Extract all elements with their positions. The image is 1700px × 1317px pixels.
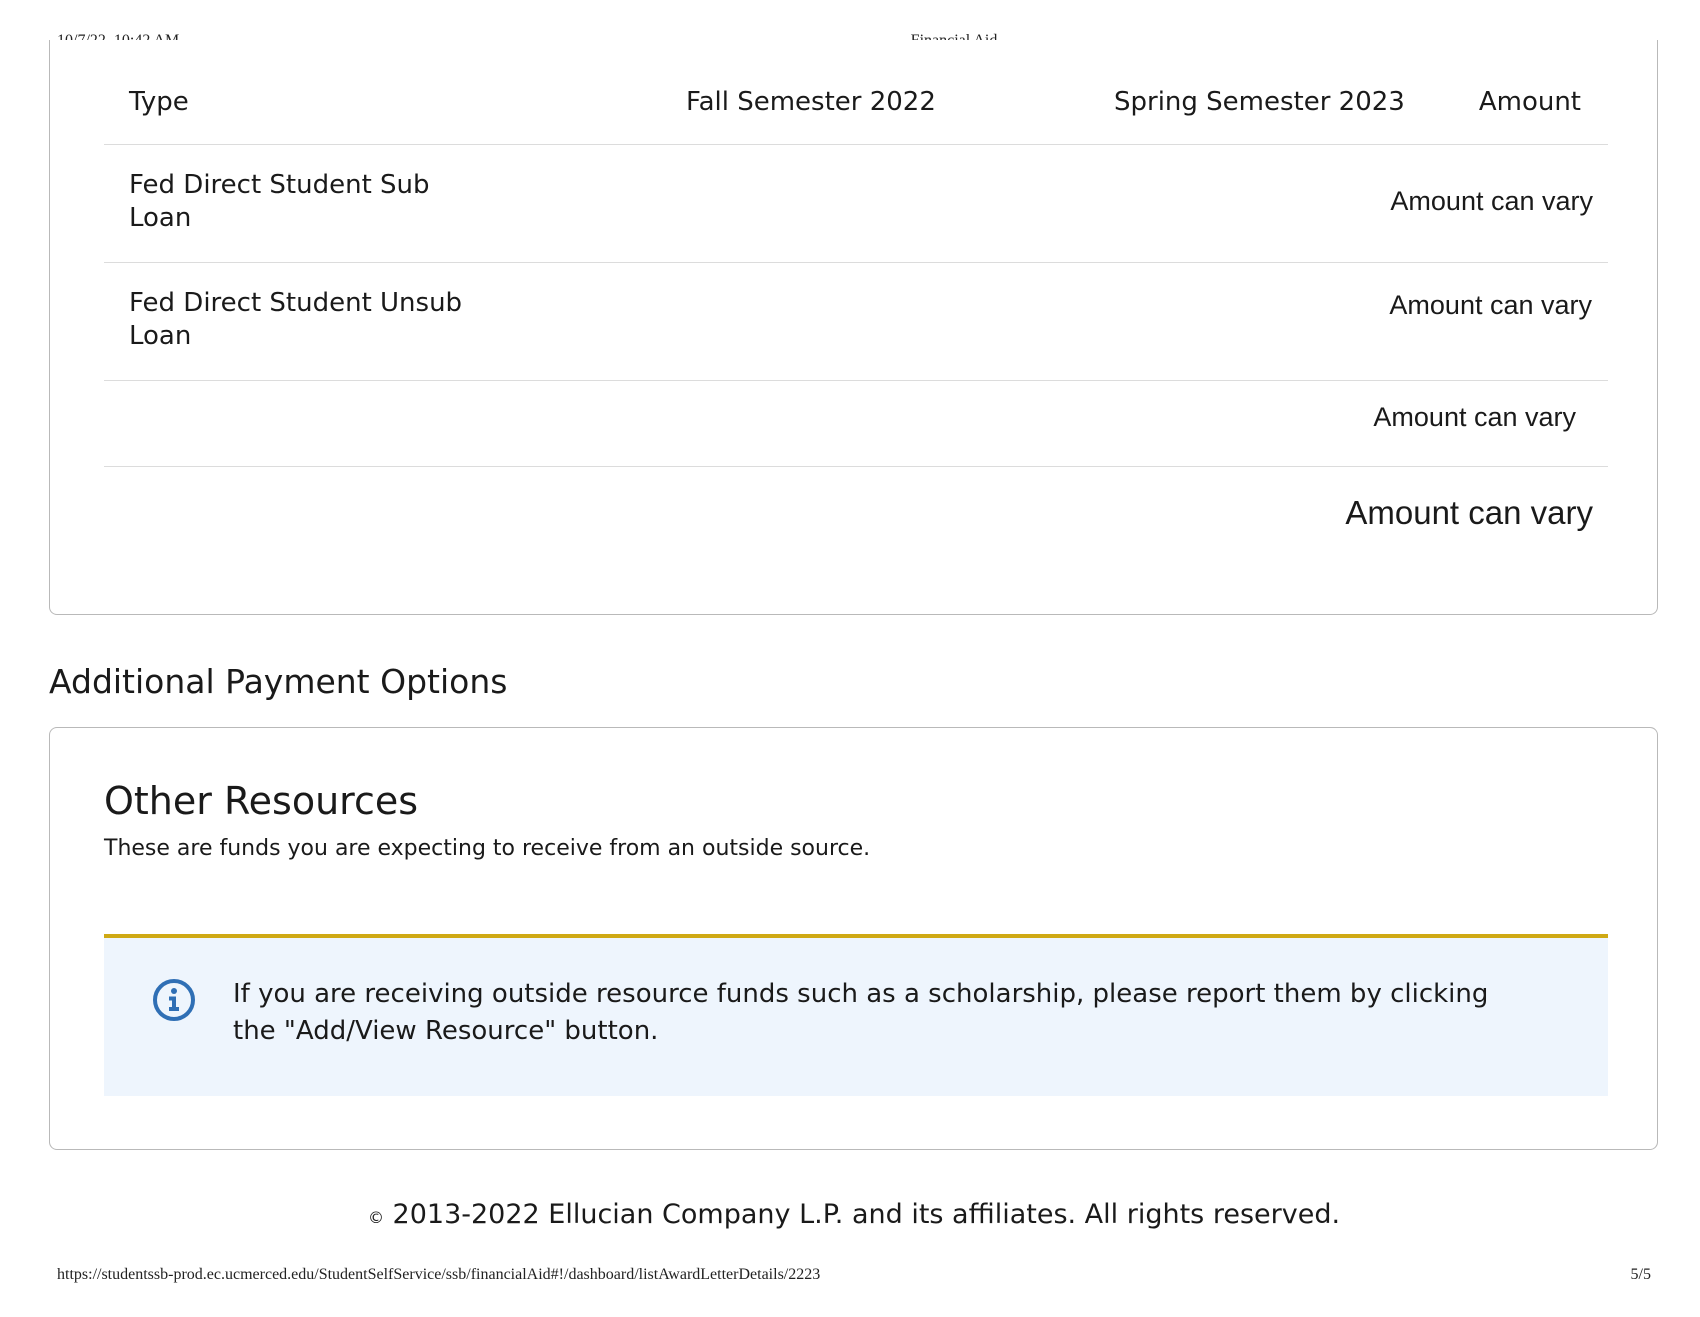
loans-card: Type Fall Semester 2022 Spring Semester …: [49, 40, 1658, 615]
table-header-row: Type Fall Semester 2022 Spring Semester …: [104, 60, 1608, 145]
print-url: https://studentssb-prod.ec.ucmerced.edu/…: [57, 1266, 821, 1283]
column-header-amount: Amount: [1478, 87, 1581, 117]
print-footer: https://studentssb-prod.ec.ucmerced.edu/…: [0, 1266, 1700, 1288]
additional-payment-heading: Additional Payment Options: [49, 662, 508, 701]
column-header-fall: Fall Semester 2022: [686, 87, 936, 117]
copyright-text: 2013-2022 Ellucian Company L.P. and its …: [392, 1199, 1341, 1230]
column-header-type: Type: [129, 87, 189, 117]
total-row: Amount can vary: [104, 467, 1608, 577]
award-amount: Amount can vary: [1390, 186, 1593, 216]
other-resources-description: These are funds you are expecting to rec…: [104, 836, 871, 861]
total-amount: Amount can vary: [1345, 494, 1593, 531]
award-amount: Amount can vary: [1373, 402, 1576, 432]
copyright-footer: © 2013-2022 Ellucian Company L.P. and it…: [0, 1197, 1700, 1236]
award-type: Fed Direct Student Unsub Loan: [129, 288, 463, 351]
info-notice: If you are receiving outside resource fu…: [104, 934, 1608, 1096]
other-resources-title: Other Resources: [104, 779, 419, 823]
info-icon: [152, 978, 196, 1022]
info-notice-text: If you are receiving outside resource fu…: [233, 979, 1489, 1046]
award-amount: Amount can vary: [1389, 290, 1592, 320]
other-resources-card: Other Resources These are funds you are …: [49, 727, 1658, 1150]
copyright-symbol: ©: [367, 1208, 384, 1227]
award-type: Fed Direct Student Sub Loan: [129, 170, 430, 233]
table-row: Fed Direct Student Sub Loan Amount can v…: [104, 145, 1608, 263]
print-page-number: 5/5: [1630, 1266, 1651, 1283]
column-header-spring: Spring Semester 2023: [1114, 87, 1405, 117]
table-row: Fed Direct Student Unsub Loan Amount can…: [104, 263, 1608, 381]
table-row: Amount can vary: [104, 381, 1608, 467]
